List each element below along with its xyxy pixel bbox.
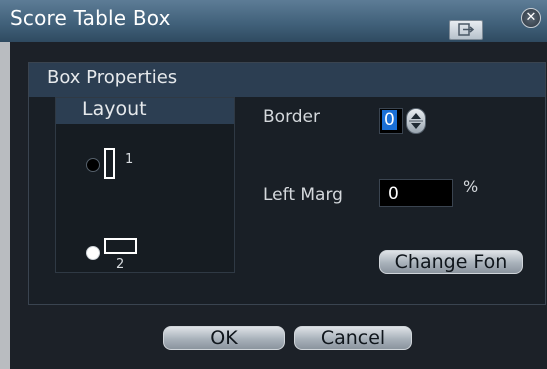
pin-window-icon [458,23,474,36]
score-table-box-dialog: Score Table Box ✕ Box Properties Layout [0,0,547,369]
layout-title: Layout [82,98,147,120]
spin-up-down-icon [409,113,423,129]
ok-button[interactable]: OK [163,326,285,350]
dialog-body: Box Properties Layout 1 2 Border 0 Left … [10,42,547,369]
layout-option-1-radio[interactable] [86,158,100,172]
border-value: 0 [382,110,397,130]
border-value-field[interactable]: 0 [379,108,403,134]
percent-unit-label: % [463,177,479,196]
wide-rectangle-icon[interactable] [104,238,137,254]
layout-option-2-label: 2 [116,257,125,272]
border-spinner[interactable] [406,108,426,134]
layout-option-2-radio[interactable] [86,246,100,260]
layout-panel: Layout 1 2 [55,97,235,273]
change-font-button[interactable]: Change Fon [379,250,523,274]
close-button[interactable]: ✕ [521,8,541,28]
layout-header: Layout [56,98,234,124]
cancel-button[interactable]: Cancel [294,326,412,350]
box-properties-header: Box Properties [29,63,545,97]
box-properties-group: Box Properties Layout 1 2 Border 0 Left … [28,62,546,305]
title-bar[interactable]: Score Table Box ✕ [0,0,547,42]
layout-option-1-label: 1 [125,152,134,167]
left-margin-input[interactable]: 0 [379,179,453,207]
box-properties-title: Box Properties [47,67,178,88]
tall-rectangle-icon[interactable] [104,148,115,179]
dialog-title: Score Table Box [10,6,171,30]
close-icon: ✕ [525,10,537,25]
border-label: Border [263,107,320,127]
left-margin-label: Left Marg [263,185,343,205]
pin-window-button[interactable] [449,20,483,40]
